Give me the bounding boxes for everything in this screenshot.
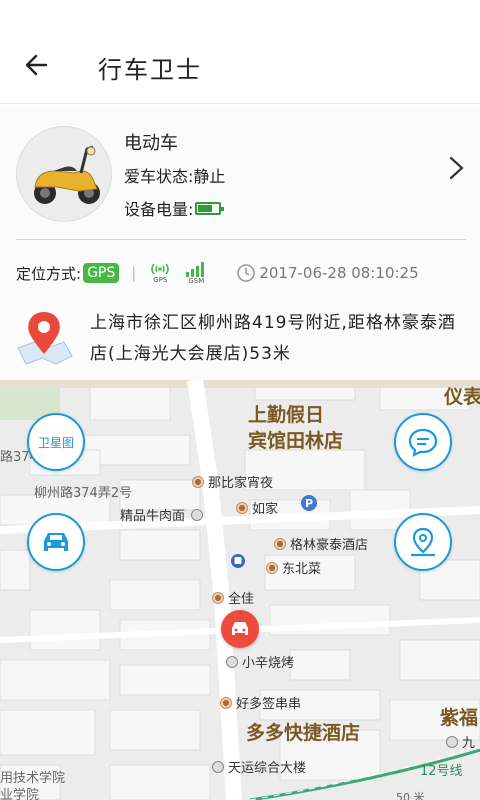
map-poi[interactable]: ● 如家 bbox=[236, 498, 278, 517]
vehicle-avatar bbox=[16, 126, 112, 222]
map-poi-label: 精品牛肉面 bbox=[120, 509, 186, 524]
food-icon: ● bbox=[192, 475, 204, 488]
map-poi-label: 九 bbox=[462, 736, 476, 751]
poi-dot-icon bbox=[226, 655, 238, 668]
gsm-signal-icon: GSM bbox=[184, 261, 208, 285]
battery-label: 设备电量: bbox=[124, 200, 194, 219]
back-arrow-icon[interactable] bbox=[22, 50, 52, 80]
battery-icon bbox=[195, 201, 225, 215]
scooter-icon bbox=[34, 145, 100, 204]
map-poi[interactable]: 九 bbox=[446, 732, 475, 751]
map-poi[interactable]: 天运综合大楼 bbox=[212, 757, 306, 776]
map-label-hotel-line2: 宾馆田林店 bbox=[248, 430, 344, 452]
map-poi[interactable]: ● 东北菜 bbox=[266, 558, 321, 577]
map-poi[interactable]: ● 好多签串串 bbox=[220, 693, 301, 712]
page-title: 行车卫士 bbox=[98, 56, 202, 84]
my-location-button[interactable] bbox=[394, 513, 452, 571]
map-poi-label: 小辛烧烤 bbox=[242, 656, 295, 671]
map-label-duoduo-hotel: 多多快捷酒店 bbox=[246, 722, 361, 744]
hotel-icon: ● bbox=[236, 501, 248, 514]
car-icon bbox=[44, 533, 68, 551]
location-meta-row: 定位方式: GPS | GPS GSM 2017-06-28 08:10:25 bbox=[16, 261, 476, 285]
map-scale: 50 米 bbox=[396, 791, 425, 800]
map-poi-label: 东北菜 bbox=[282, 562, 322, 577]
hotel-icon: ● bbox=[274, 537, 286, 550]
chat-bubble-icon bbox=[408, 428, 438, 457]
location-marker-icon bbox=[411, 527, 435, 557]
metro-line-label: 12号线 bbox=[420, 764, 463, 779]
gsm-signal-label: GSM bbox=[188, 277, 205, 285]
map-poi[interactable]: 精品牛肉面 bbox=[120, 505, 207, 524]
map-poi-label: 好多签串串 bbox=[236, 697, 302, 712]
app-header: 行车卫士 bbox=[0, 0, 480, 104]
location-time: 2017-06-28 08:10:25 bbox=[236, 263, 419, 283]
location-mode-label: 定位方式: bbox=[16, 264, 82, 283]
food-icon: ● bbox=[266, 561, 278, 574]
map-poi-label: 全佳 bbox=[228, 592, 255, 607]
building-icon bbox=[212, 760, 224, 773]
map-view[interactable]: 上勤假日 宾馆田林店 仪表 路374 柳州路374弄2号 ● 那比家宵夜 ● 如家 … bbox=[0, 380, 480, 800]
vehicle-status-label: 爱车状态: bbox=[124, 167, 194, 186]
map-poi[interactable]: ● 全佳 bbox=[212, 588, 254, 607]
vehicle-info-card[interactable]: 电动车 爱车状态:静止 设备电量: 定位方式: GPS | GPS GSM 20… bbox=[0, 105, 480, 380]
svg-text:P: P bbox=[305, 497, 313, 510]
clock-icon bbox=[237, 264, 256, 282]
device-battery: 设备电量: bbox=[124, 196, 225, 220]
satellite-toggle-button[interactable]: 卫星图 bbox=[27, 413, 85, 471]
food-icon: ● bbox=[220, 696, 232, 709]
map-poi-label: 格林豪泰酒店 bbox=[290, 538, 369, 553]
chevron-right-icon[interactable] bbox=[446, 155, 466, 181]
vehicle-map-marker[interactable] bbox=[221, 610, 259, 648]
satellite-button-label: 卫星图 bbox=[37, 435, 74, 450]
message-button[interactable] bbox=[394, 413, 452, 471]
divider bbox=[16, 239, 466, 240]
map-poi[interactable]: 小辛烧烤 bbox=[226, 652, 294, 671]
timestamp: 2017-06-28 08:10:25 bbox=[259, 264, 419, 282]
vehicle-status-value: 静止 bbox=[193, 167, 226, 186]
map-label-hotel-line1: 上勤假日 bbox=[248, 404, 325, 426]
address-text: 上海市徐汇区柳州路419号附近,距格林豪泰酒店(上海光大会展店)53米 bbox=[90, 313, 456, 364]
map-poi[interactable]: ● 格林豪泰酒店 bbox=[274, 534, 368, 553]
gps-signal-icon: GPS bbox=[148, 262, 172, 284]
gps-mode-badge: GPS bbox=[83, 263, 120, 283]
bus-stop-icon bbox=[230, 553, 246, 569]
poi-dot-icon bbox=[191, 508, 204, 521]
vehicle-locate-button[interactable] bbox=[27, 513, 85, 571]
location-pin-icon bbox=[17, 312, 73, 365]
map-label-yibiao: 仪表 bbox=[444, 386, 480, 408]
map-poi-label: 那比家宵夜 bbox=[208, 476, 274, 491]
map-label-zise: 紫福 bbox=[440, 707, 479, 729]
poi-dot-icon bbox=[446, 735, 458, 748]
map-poi-label: 如家 bbox=[252, 502, 279, 517]
map-poi[interactable]: ● 那比家宵夜 bbox=[192, 472, 273, 491]
vehicle-status: 爱车状态:静止 bbox=[124, 163, 225, 187]
separator: | bbox=[131, 264, 137, 282]
gps-signal-label: GPS bbox=[153, 276, 168, 284]
map-street-label: 柳州路374弄2号 bbox=[34, 486, 133, 501]
shop-icon: ● bbox=[212, 591, 224, 604]
vehicle-name: 电动车 bbox=[124, 133, 178, 154]
map-poi-label: 天运综合大楼 bbox=[228, 761, 307, 776]
car-icon bbox=[232, 622, 248, 635]
map-label-school-2: 业学院 bbox=[0, 788, 40, 800]
battery-fill bbox=[198, 204, 213, 212]
parking-icon: P bbox=[300, 494, 318, 512]
